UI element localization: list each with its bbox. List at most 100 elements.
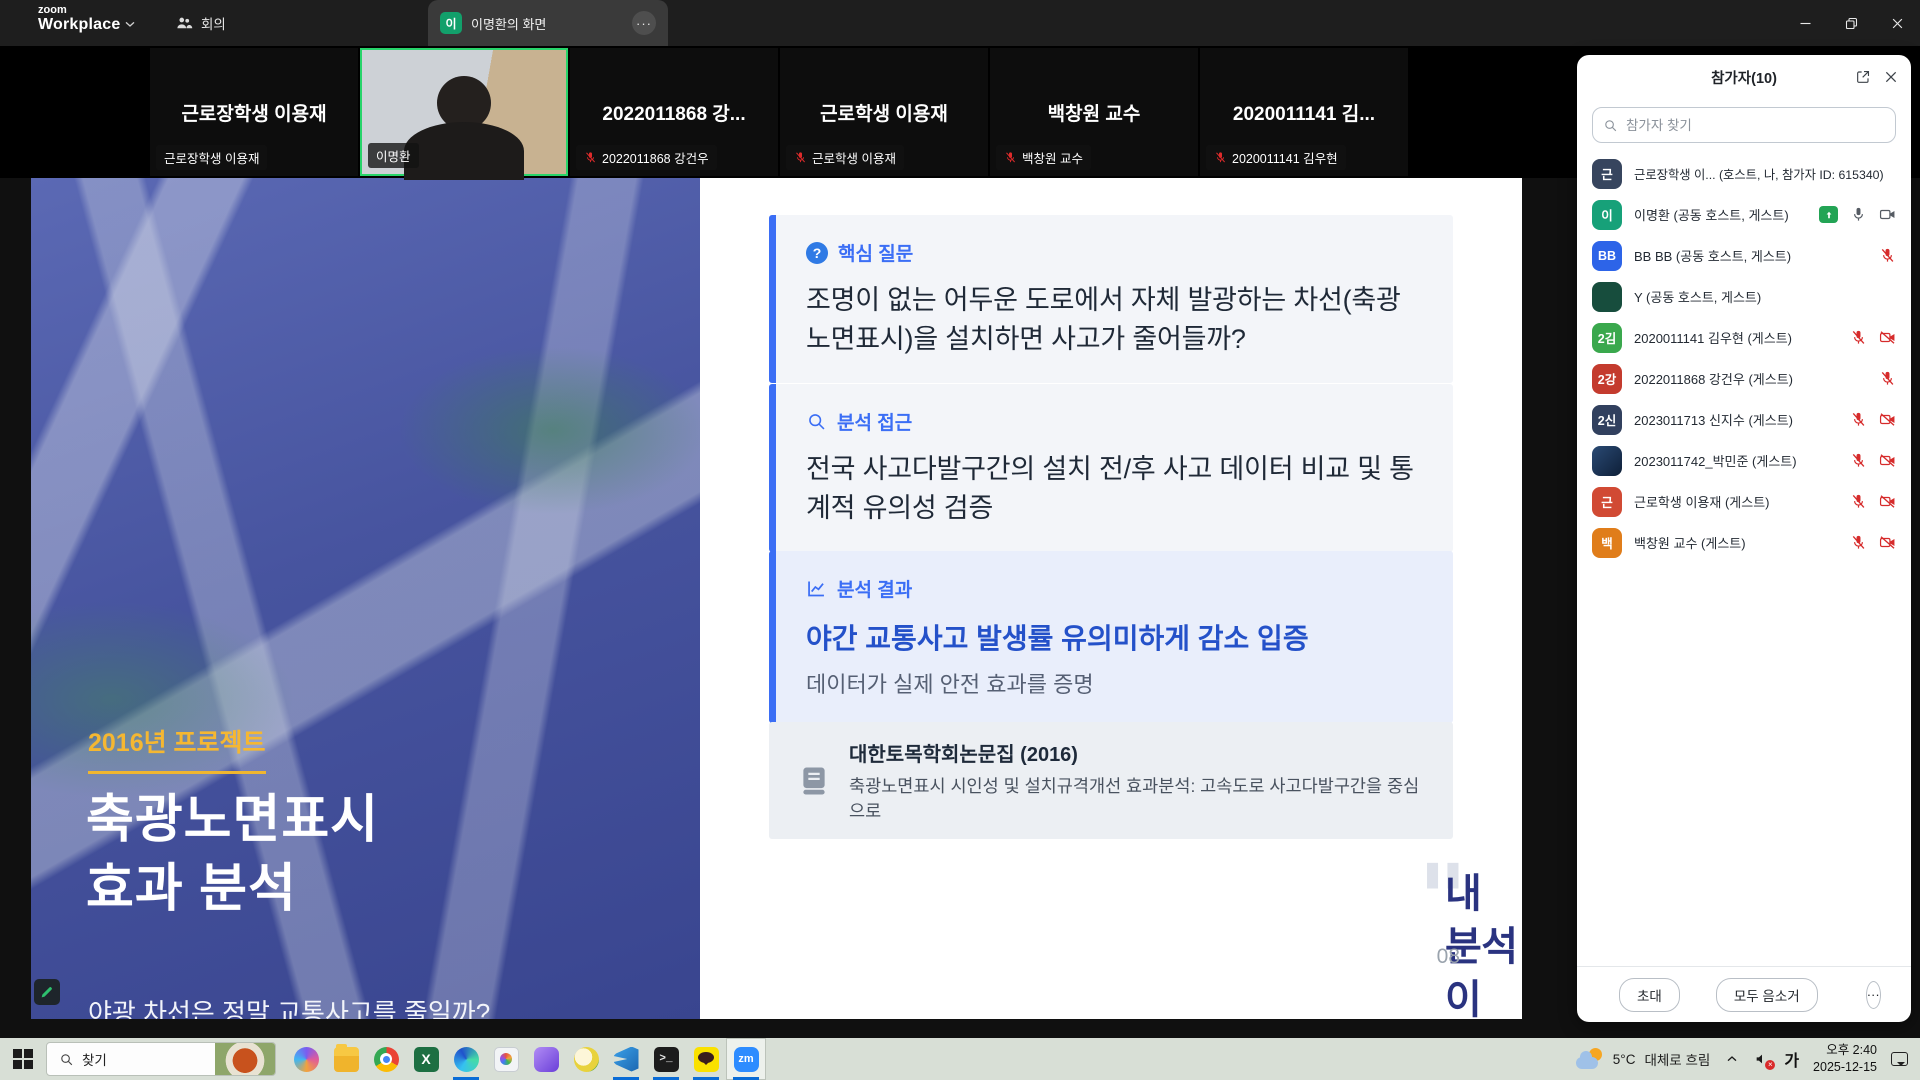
avatar: BB [1592, 241, 1622, 271]
weather-desc: 대체로 흐림 [1644, 1049, 1710, 1069]
restore-button[interactable] [1828, 0, 1874, 46]
file-explorer-icon[interactable] [326, 1038, 366, 1080]
close-icon[interactable] [1883, 69, 1899, 85]
participant-row[interactable]: 2강 2022011868 강건우 (게스트) [1577, 358, 1911, 399]
participant-row[interactable]: 2023011742_박민준 (게스트) [1577, 440, 1911, 481]
windows-taskbar: 찾기 X >_ zm 5°C 대체로 흐림 × 가 오후 2:40 2025-1… [0, 1038, 1920, 1080]
participant-name: 근로장학생 이... (호스트, 나, 참가자 ID: 615340) [1634, 165, 1896, 183]
tray-expand-icon[interactable] [1724, 1051, 1740, 1067]
invite-button[interactable]: 초대 [1619, 978, 1680, 1012]
slide-quote: 내 분석이 누군가의 생명을 구할 수 있다 [1445, 868, 1522, 1019]
excel-icon[interactable]: X [406, 1038, 446, 1080]
brand-workplace-text: Workplace [38, 17, 120, 34]
loop-icon[interactable] [526, 1038, 566, 1080]
camera-off-icon [1879, 493, 1896, 510]
participants-panel: 참가자(10) 근 근로장학생 이... (호스트, 나, 참가자 ID: 61… [1577, 55, 1911, 1022]
weather-widget[interactable]: 5°C 대체로 흐림 [1576, 1048, 1711, 1070]
camera-on-icon [1879, 206, 1896, 223]
more-options-button[interactable]: ··· [1866, 981, 1881, 1009]
notification-center-icon[interactable] [1891, 1052, 1908, 1066]
tile-name-label: 백창원 교수 [1022, 148, 1083, 167]
speaker-muted-icon[interactable]: × [1754, 1051, 1770, 1067]
kakaotalk-icon[interactable] [686, 1038, 726, 1080]
copilot-icon[interactable] [286, 1038, 326, 1080]
zoom-app-icon[interactable]: zm [726, 1038, 766, 1080]
vscode-icon[interactable] [606, 1038, 646, 1080]
pop-out-icon[interactable] [1855, 69, 1871, 85]
taskbar-search-label: 찾기 [82, 1049, 207, 1069]
chrome-icon[interactable] [366, 1038, 406, 1080]
people-icon [175, 14, 193, 32]
participant-row[interactable]: 근 근로장학생 이... (호스트, 나, 참가자 ID: 615340) [1577, 153, 1911, 194]
avatar [1592, 446, 1622, 476]
participant-name: 2020011141 김우현 (게스트) [1634, 328, 1838, 347]
video-tile[interactable]: 2022011868 강... 2022011868 강건우 [570, 48, 778, 176]
tab-meeting[interactable]: 회의 [165, 8, 236, 38]
mic-muted-icon [1214, 151, 1227, 164]
tile-name-label: 2020011141 김우현 [1232, 148, 1338, 167]
video-tile[interactable]: 2020011141 김... 2020011141 김우현 [1200, 48, 1408, 176]
citation-title: 대한토목학회논문집 (2016) [849, 738, 1425, 767]
close-button[interactable] [1874, 0, 1920, 46]
taskbar-search[interactable]: 찾기 [46, 1042, 276, 1076]
tab-meeting-label: 회의 [201, 13, 226, 33]
participant-search-input[interactable] [1626, 118, 1885, 133]
avatar [1592, 282, 1622, 312]
video-tile[interactable]: 근로학생 이용재 근로학생 이용재 [780, 48, 988, 176]
mic-muted-icon [1879, 370, 1896, 387]
avatar: 이 [1592, 200, 1622, 230]
participant-name: 백창원 교수 (게스트) [1634, 533, 1838, 552]
participant-row[interactable]: 이 이명환 (공동 호스트, 게스트) [1577, 194, 1911, 235]
annotate-pencil-icon[interactable] [34, 979, 60, 1005]
tab-more-button[interactable]: ··· [632, 11, 656, 35]
participant-row[interactable]: Y (공동 호스트, 게스트) [1577, 276, 1911, 317]
search-highlight-image[interactable] [215, 1043, 275, 1075]
camera-off-icon [1879, 329, 1896, 346]
participant-row[interactable]: 근 근로학생 이용재 (게스트) [1577, 481, 1911, 522]
mascot-app-icon[interactable] [566, 1038, 606, 1080]
avatar: 2김 [1592, 323, 1622, 353]
tab-screen-label: 이명환의 화면 [471, 14, 623, 33]
mic-muted-icon [1879, 247, 1896, 264]
video-tile[interactable]: 근로장학생 이용재 근로장학생 이용재 [150, 48, 358, 176]
participant-name: 2023011713 신지수 (게스트) [1634, 410, 1838, 429]
avatar: 근 [1592, 487, 1622, 517]
card-analysis-approach: 분석 접근 전국 사고다발구간의 설치 전/후 사고 데이터 비교 및 통계적 … [769, 384, 1453, 552]
participant-search[interactable] [1592, 107, 1896, 143]
participant-row[interactable]: 백 백창원 교수 (게스트) [1577, 522, 1911, 563]
mute-all-button[interactable]: 모두 음소거 [1716, 978, 1818, 1012]
brand-zoom-text: zoom [38, 5, 120, 17]
screen-sharing-icon [1819, 206, 1838, 223]
search-icon [59, 1052, 74, 1067]
weather-icon [1576, 1048, 1604, 1070]
participants-title: 참가자(10) [1711, 67, 1777, 88]
edge-icon[interactable] [446, 1038, 486, 1080]
ime-korean-indicator[interactable]: 가 [1784, 1047, 1799, 1071]
participant-row[interactable]: BB BB BB (공동 호스트, 게스트) [1577, 235, 1911, 276]
participant-name: BB BB (공동 호스트, 게스트) [1634, 246, 1867, 265]
mic-muted-icon [1850, 329, 1867, 346]
slide-content: ? 핵심 질문 조명이 없는 어두운 도로에서 자체 발광하는 차선(축광노면표… [700, 178, 1522, 1019]
participant-row[interactable]: 2신 2023011713 신지수 (게스트) [1577, 399, 1911, 440]
photos-icon[interactable] [486, 1038, 526, 1080]
mic-muted-icon [794, 151, 807, 164]
page-number: 08 [1437, 945, 1460, 969]
terminal-icon[interactable]: >_ [646, 1038, 686, 1080]
card-text: 조명이 없는 어두운 도로에서 자체 발광하는 차선(축광노면표시)을 설치하면… [806, 281, 1419, 359]
avatar: 백 [1592, 528, 1622, 558]
chevron-down-icon[interactable] [122, 16, 138, 32]
start-button[interactable] [0, 1038, 46, 1080]
mic-muted-icon [1850, 452, 1867, 469]
video-tile[interactable]: 백창원 교수 백창원 교수 [990, 48, 1198, 176]
avatar: 2강 [1592, 364, 1622, 394]
camera-off-icon [1879, 411, 1896, 428]
mic-muted-icon [1850, 411, 1867, 428]
avatar: 2신 [1592, 405, 1622, 435]
camera-off-icon [1879, 534, 1896, 551]
card-key-question: ? 핵심 질문 조명이 없는 어두운 도로에서 자체 발광하는 차선(축광노면표… [769, 215, 1453, 383]
taskbar-clock[interactable]: 오후 2:40 2025-12-15 [1813, 1042, 1877, 1076]
participant-row[interactable]: 2김 2020011141 김우현 (게스트) [1577, 317, 1911, 358]
video-tile-active-speaker[interactable]: 이명환 [360, 48, 568, 176]
tab-screen-share[interactable]: 이 이명환의 화면 ··· [428, 0, 668, 46]
minimize-button[interactable] [1782, 0, 1828, 46]
